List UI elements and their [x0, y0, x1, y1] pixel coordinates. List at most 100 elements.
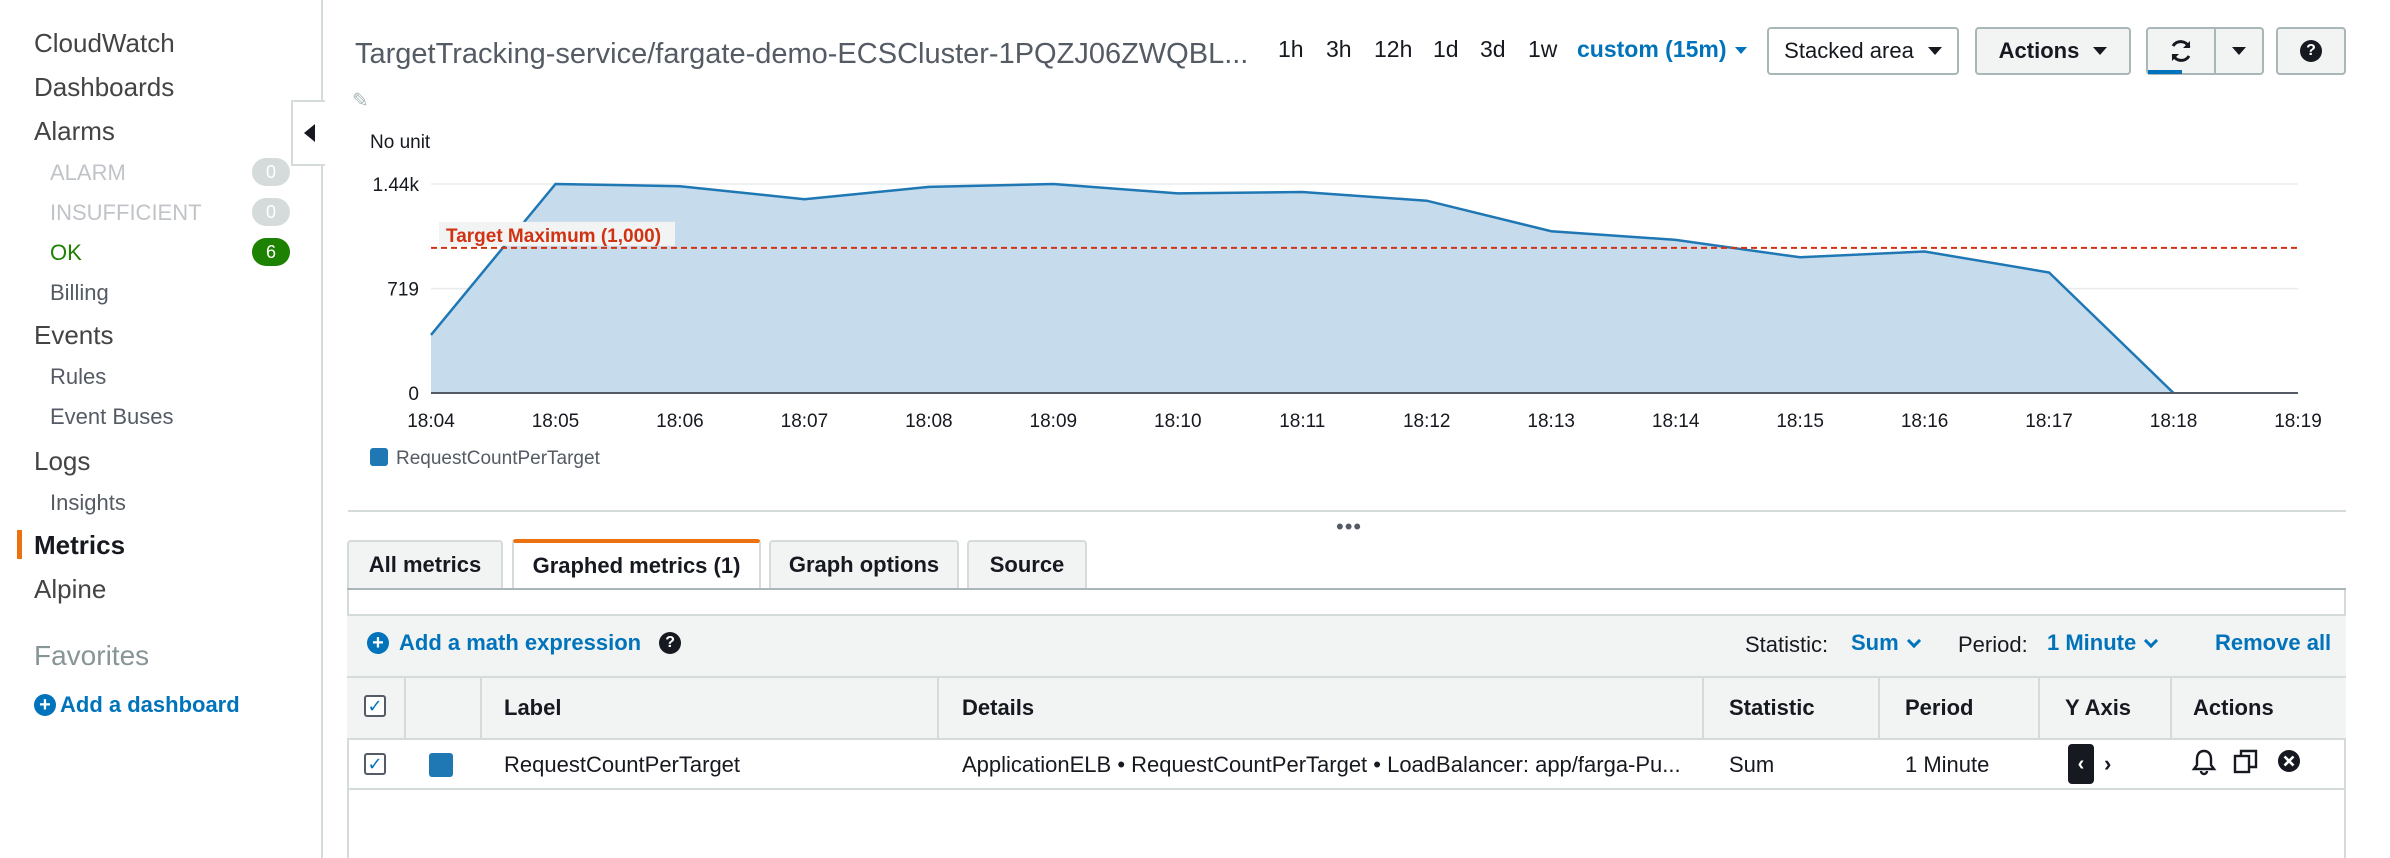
column-header-y-axis: Y Axis	[2065, 695, 2132, 720]
range-1d[interactable]: 1d	[1433, 36, 1459, 63]
x-tick-label: 18:18	[2150, 411, 2198, 432]
tab-graphed-metrics[interactable]: Graphed metrics (1)	[512, 539, 761, 589]
period-label: Period:	[1958, 632, 2028, 657]
row-period[interactable]: 1 Minute	[1905, 752, 1989, 778]
nav-logs[interactable]: Logs	[34, 446, 90, 477]
column-header-statistic[interactable]: Statistic	[1729, 695, 1815, 721]
nav-insights[interactable]: Insights	[50, 490, 126, 516]
nav-event-buses[interactable]: Event Buses	[50, 404, 174, 430]
x-tick-label: 18:14	[1652, 411, 1700, 432]
y-tick-label: 719	[387, 280, 419, 301]
range-custom-dropdown[interactable]: custom (15m)	[1577, 36, 1747, 63]
remove-all-link[interactable]: Remove all	[2215, 630, 2331, 656]
column-header-label[interactable]: Label	[504, 695, 561, 721]
resize-handle-icon[interactable]: •••	[1336, 514, 1362, 540]
tab-graph-options[interactable]: Graph options	[769, 540, 959, 588]
alarm-count-badge: 0	[252, 158, 290, 186]
legend-label[interactable]: RequestCountPerTarget	[396, 448, 601, 469]
y-axis-left-button[interactable]: ‹	[2068, 744, 2094, 784]
select-all-checkbox[interactable]: ✓	[364, 695, 386, 717]
refresh-active-indicator	[2148, 70, 2182, 74]
nav-events[interactable]: Events	[34, 320, 114, 351]
collapse-sidebar-button[interactable]	[291, 100, 325, 166]
nav-alarms[interactable]: Alarms	[34, 116, 115, 147]
tab-source[interactable]: Source	[967, 540, 1087, 588]
caret-down-icon	[1734, 47, 1747, 55]
ok-count-badge: 6	[252, 238, 290, 266]
period-dropdown[interactable]: 1 Minute	[2047, 630, 2159, 656]
y-axis-right-button[interactable]: ›	[2104, 744, 2111, 784]
favorites-heading: Favorites	[34, 640, 150, 671]
graph-title[interactable]: TargetTracking-service/fargate-demo-ECSC…	[355, 38, 1248, 71]
column-divider	[937, 678, 939, 740]
remove-icon[interactable]	[2276, 748, 2302, 781]
x-tick-label: 18:10	[1154, 411, 1202, 432]
active-indicator	[17, 530, 22, 559]
x-tick-label: 18:08	[905, 411, 953, 432]
range-1w[interactable]: 1w	[1528, 36, 1557, 63]
tab-all-metrics[interactable]: All metrics	[347, 540, 503, 588]
x-tick-label: 18:19	[2274, 411, 2322, 432]
range-3d[interactable]: 3d	[1480, 36, 1506, 63]
column-divider	[2038, 678, 2040, 740]
help-icon[interactable]: ?	[659, 632, 682, 654]
plus-circle-icon: +	[34, 694, 56, 716]
add-dashboard-link[interactable]: + Add a dashboard	[34, 692, 240, 718]
nav-alpine[interactable]: Alpine	[34, 574, 106, 605]
statistic-dropdown[interactable]: Sum	[1851, 630, 1921, 656]
refresh-options-dropdown[interactable]	[2214, 27, 2264, 75]
x-tick-label: 18:07	[781, 411, 829, 432]
nav-metrics[interactable]: Metrics	[34, 530, 125, 561]
actions-dropdown[interactable]: Actions	[1975, 27, 2131, 75]
add-dashboard-label: Add a dashboard	[60, 692, 240, 717]
chart-type-dropdown[interactable]: Stacked area	[1767, 27, 1959, 75]
column-divider	[2170, 678, 2172, 740]
nav-cloudwatch[interactable]: CloudWatch	[34, 28, 175, 59]
range-12h[interactable]: 12h	[1374, 36, 1412, 63]
series-area	[431, 184, 2174, 393]
bell-icon[interactable]	[2191, 748, 2217, 783]
x-tick-label: 18:13	[1527, 411, 1575, 432]
row-label[interactable]: RequestCountPerTarget	[504, 752, 740, 778]
chevron-down-icon	[1906, 633, 1921, 648]
caret-down-icon	[2093, 47, 2108, 55]
help-button[interactable]: ?	[2276, 27, 2346, 75]
nav-billing[interactable]: Billing	[50, 280, 109, 306]
nav-alarm-state-alarm[interactable]: ALARM	[50, 160, 126, 186]
column-header-actions: Actions	[2193, 695, 2274, 720]
unit-label: No unit	[370, 132, 431, 153]
plus-circle-icon: +	[367, 632, 389, 654]
refresh-button[interactable]	[2146, 27, 2216, 75]
sidebar: CloudWatch Dashboards Alarms ALARM 0 INS…	[0, 0, 323, 858]
row-checkbox[interactable]: ✓	[364, 753, 386, 775]
column-header-period[interactable]: Period	[1905, 695, 1973, 721]
insufficient-count-badge: 0	[252, 198, 290, 226]
series-color-swatch[interactable]	[429, 753, 453, 777]
help-icon: ?	[2300, 40, 2322, 62]
statistic-label: Statistic:	[1745, 632, 1829, 657]
nav-alarm-state-ok[interactable]: OK	[50, 240, 82, 266]
range-3h[interactable]: 3h	[1326, 36, 1352, 63]
row-statistic[interactable]: Sum	[1729, 752, 1774, 778]
legend-swatch[interactable]	[370, 448, 388, 466]
column-header-details[interactable]: Details	[962, 695, 1034, 721]
chevron-down-icon	[2144, 633, 2159, 648]
nav-rules[interactable]: Rules	[50, 364, 106, 390]
metrics-chart: No unit 07191.44k 18:04 18:05 18:06 18:07 18…	[370, 132, 2322, 469]
range-1h[interactable]: 1h	[1278, 36, 1304, 63]
add-math-expression-link[interactable]: + Add a math expression ?	[367, 630, 682, 656]
nav-dashboards[interactable]: Dashboards	[34, 72, 174, 103]
y-axis-ticks: 0 719 1.44k	[373, 175, 420, 405]
chart-type-label: Stacked area	[1784, 38, 1914, 63]
caret-down-icon	[1927, 47, 1942, 55]
edit-pencil-icon[interactable]: ✎	[352, 88, 369, 113]
column-divider	[480, 678, 482, 740]
nav-alarm-state-insufficient[interactable]: INSUFFICIENT	[50, 200, 202, 226]
x-tick-label: 18:17	[2025, 411, 2073, 432]
add-math-label: Add a math expression	[399, 630, 642, 655]
table-header	[347, 678, 2346, 740]
x-tick-label: 18:04	[407, 411, 455, 432]
copy-icon[interactable]	[2232, 748, 2260, 783]
graph-divider	[348, 510, 2346, 512]
x-tick-label: 18:09	[1030, 411, 1078, 432]
